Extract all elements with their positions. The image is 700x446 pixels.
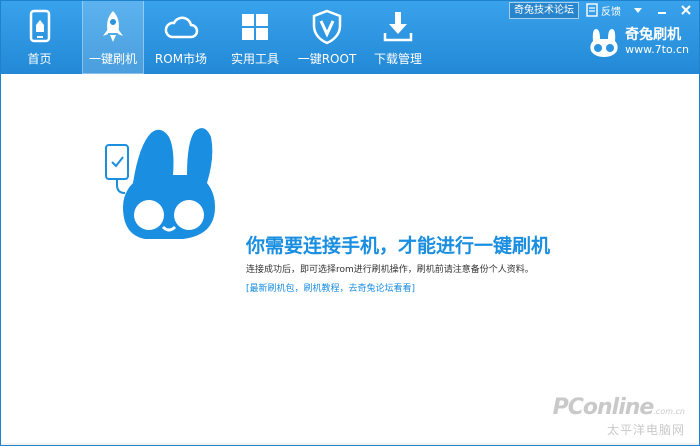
close-icon xyxy=(681,5,691,15)
nav-flash[interactable]: 一键刷机 xyxy=(82,1,144,74)
shield-v-icon xyxy=(312,9,342,45)
nav-rom-market[interactable]: ROM市场 xyxy=(144,1,218,74)
forum-button[interactable]: 奇兔技术论坛 xyxy=(509,1,579,19)
feedback-button[interactable]: 反馈 xyxy=(581,2,625,19)
rabbit-logo-icon xyxy=(590,29,618,57)
rabbit-phone-icon xyxy=(105,128,215,239)
connect-description: 连接成功后，即可选择rom进行刷机操作，刷机前请注意备份个人资料。 xyxy=(246,265,534,275)
nav-rom-market-label: ROM市场 xyxy=(154,52,208,66)
nav-root-label: 一键ROOT xyxy=(297,52,357,66)
nav-home-label: 首页 xyxy=(27,52,52,66)
brand-url: www.7to.cn xyxy=(625,43,689,56)
feedback-icon xyxy=(586,3,598,17)
nav-downloads-label: 下载管理 xyxy=(373,52,422,66)
nav-root[interactable]: 一键ROOT xyxy=(292,1,362,74)
watermark-main: PConline.com.cn xyxy=(552,395,685,420)
minimize-icon xyxy=(658,12,666,14)
app-window: 首页 一键刷机 ROM市场 实用工具 一键ROOT 下载管理 奇兔技术论坛 反馈… xyxy=(0,0,700,446)
watermark-sub: 太平洋电脑网 xyxy=(606,423,685,437)
nav-tools[interactable]: 实用工具 xyxy=(218,1,292,74)
nav-tools-label: 实用工具 xyxy=(230,52,279,66)
system-bar: 奇兔技术论坛 反馈 xyxy=(509,1,697,19)
nav-flash-label: 一键刷机 xyxy=(88,52,137,66)
main-nav: 首页 一键刷机 ROM市场 实用工具 一键ROOT 下载管理 xyxy=(1,1,434,74)
help-links[interactable]: [最新刷机包，刷机教程，去奇兔论坛看看] xyxy=(246,281,415,294)
main-content: 你需要连接手机，才能进行一键刷机 连接成功后，即可选择rom进行刷机操作，刷机前… xyxy=(1,74,699,445)
connect-headline: 你需要连接手机，才能进行一键刷机 xyxy=(246,235,551,257)
home-phone-icon xyxy=(29,9,50,43)
download-icon xyxy=(383,12,413,42)
rocket-icon xyxy=(103,11,123,42)
menu-button[interactable] xyxy=(627,2,649,19)
menu-caret-icon xyxy=(634,8,642,13)
brand-text: 奇兔刷机 www.7to.cn xyxy=(625,27,689,57)
nav-downloads[interactable]: 下载管理 xyxy=(362,1,434,74)
nav-home[interactable]: 首页 xyxy=(1,1,78,74)
feedback-label: 反馈 xyxy=(601,6,621,18)
grid-icon xyxy=(242,14,268,40)
close-button[interactable] xyxy=(675,2,697,19)
watermark-domain: .com.cn xyxy=(653,407,685,416)
brand-logo: 奇兔刷机 www.7to.cn xyxy=(587,27,689,57)
bottom-divider xyxy=(1,443,699,445)
brand-name: 奇兔刷机 xyxy=(625,27,682,43)
top-toolbar: 首页 一键刷机 ROM市场 实用工具 一键ROOT 下载管理 奇兔技术论坛 反馈… xyxy=(1,1,699,74)
watermark: PConline.com.cn 太平洋电脑网 xyxy=(552,395,685,438)
minimize-button[interactable] xyxy=(651,2,673,19)
cloud-icon xyxy=(164,16,199,39)
